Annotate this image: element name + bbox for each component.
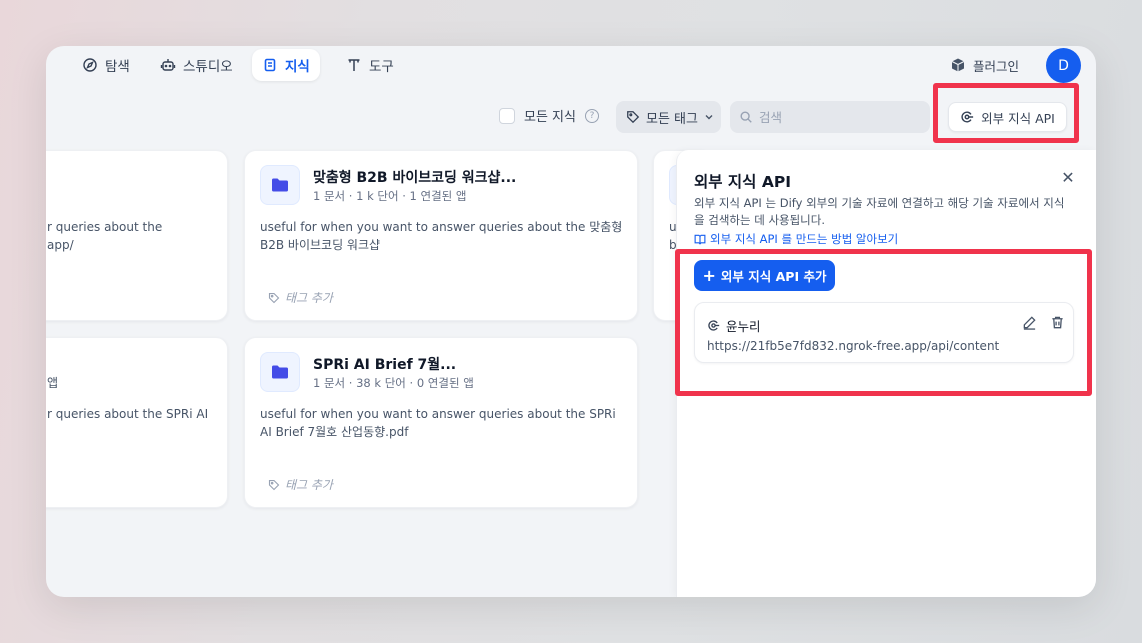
highlight-box <box>933 83 1079 143</box>
chevron-down-icon <box>705 115 713 120</box>
panel-description: 외부 지식 API 는 Dify 외부의 기술 자료에 연결하고 해당 기술 자… <box>694 196 1065 227</box>
card-description: useful for when you want to answer queri… <box>260 220 623 252</box>
card-meta: 1 문서 · 1 k 단어 · 1 연결된 앱 <box>313 189 467 203</box>
how-to-create-link[interactable]: 외부 지식 API 를 만드는 방법 알아보기 <box>694 231 898 247</box>
how-to-create-link-label: 외부 지식 API 를 만드는 방법 알아보기 <box>710 232 899 246</box>
card-desc-line: r queries about the <box>47 220 163 234</box>
tab-studio[interactable]: 스튜디오 <box>150 49 243 81</box>
knowledge-card[interactable]: 맞춤형 B2B 바이브코딩 워크샵... 1 문서 · 1 k 단어 · 1 연… <box>244 150 638 321</box>
all-knowledge-checkbox[interactable] <box>499 107 515 124</box>
top-nav: 탐색 스튜디오 지식 도구 플러그인 D <box>46 46 1096 86</box>
book-icon <box>264 58 276 72</box>
folder-icon <box>260 352 300 392</box>
compass-icon <box>83 58 97 72</box>
question-icon[interactable]: ? <box>584 108 599 123</box>
robot-icon <box>160 59 176 71</box>
card-description: useful for when you want to answer queri… <box>260 407 616 439</box>
plugin-button[interactable]: 플러그인 <box>950 52 1019 78</box>
cube-icon <box>951 58 965 72</box>
tag-icon <box>268 479 280 490</box>
card-meta-fragment: 앱 <box>47 376 59 390</box>
card-meta: 1 문서 · 38 k 단어 · 0 연결된 앱 <box>313 376 474 390</box>
card-desc-line: r queries about the SPRi AI <box>47 407 209 421</box>
tab-tools[interactable]: 도구 <box>336 49 404 81</box>
tag-filter-label: 모든 태그 <box>646 111 698 127</box>
knowledge-card-partial[interactable]: r queries about the app/ <box>46 150 228 321</box>
search-icon <box>740 111 752 123</box>
tab-tools-label: 도구 <box>369 59 394 75</box>
book-open-icon <box>694 234 706 245</box>
folder-icon <box>260 165 300 205</box>
tab-knowledge[interactable]: 지식 <box>252 49 320 81</box>
add-tag-label: 태그 추가 <box>285 478 333 492</box>
tab-explore-label: 탐색 <box>105 59 130 75</box>
add-tag-button[interactable]: 태그 추가 <box>268 476 333 493</box>
app-window: 탐색 스튜디오 지식 도구 플러그인 D 모든 지식 ? 모든 태그 검색 외부… <box>46 46 1096 597</box>
knowledge-card-partial[interactable]: 앱 r queries about the SPRi AI <box>46 337 228 508</box>
highlight-box <box>675 249 1092 396</box>
close-icon[interactable]: ✕ <box>1059 168 1077 187</box>
all-knowledge-label: 모든 지식 <box>524 110 576 125</box>
add-tag-label: 태그 추가 <box>285 291 333 305</box>
search-box[interactable] <box>730 101 930 133</box>
tag-icon <box>627 111 640 124</box>
avatar[interactable]: D <box>1046 48 1081 83</box>
panel-title: 외부 지식 API <box>694 173 791 191</box>
tag-icon <box>268 292 280 303</box>
knowledge-card[interactable]: SPRi AI Brief 7월... 1 문서 · 38 k 단어 · 0 연… <box>244 337 638 508</box>
add-tag-button[interactable]: 태그 추가 <box>268 289 333 306</box>
card-title: 맞춤형 B2B 바이브코딩 워크샵... <box>313 170 517 186</box>
search-input[interactable] <box>759 109 919 125</box>
tab-knowledge-label: 지식 <box>285 59 310 75</box>
tool-icon <box>348 59 360 71</box>
card-title: SPRi AI Brief 7월... <box>313 357 457 373</box>
tab-studio-label: 스튜디오 <box>183 59 233 75</box>
plugin-label: 플러그인 <box>973 58 1020 74</box>
tag-filter-dropdown[interactable]: 모든 태그 <box>616 101 721 133</box>
tab-explore[interactable]: 탐색 <box>72 49 140 81</box>
card-desc-line: app/ <box>47 238 74 252</box>
all-knowledge-filter[interactable]: 모든 지식 ? <box>499 106 599 125</box>
